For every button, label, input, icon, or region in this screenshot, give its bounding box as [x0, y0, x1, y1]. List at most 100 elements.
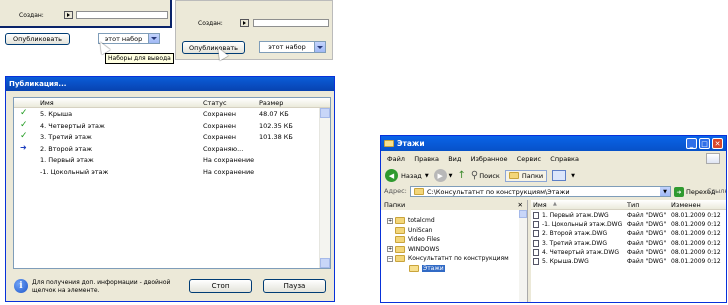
- file-cell-modified: 08.01.2009 0:12: [671, 248, 721, 256]
- folder-icon: [508, 172, 519, 179]
- publish-cell-status: На сохранение: [203, 156, 255, 164]
- explorer-toolbar: ◀ Назад ▼ ▶ ▼ ↑ ⚲ Поиск Папки ▼: [385, 169, 575, 182]
- top-middle-panel: Создан: Опубликовать этот набор: [175, 0, 333, 61]
- folders-pane: Папки ✕ + totalcmd UniScan Video Files + WIND…: [381, 200, 528, 302]
- stop-button[interactable]: Стоп: [189, 279, 252, 293]
- pause-button[interactable]: Пауза: [263, 279, 326, 293]
- column-name[interactable]: Имя: [40, 99, 54, 107]
- scroll-up-button[interactable]: [320, 108, 330, 118]
- publish-dialog-title: Публикация...: [6, 77, 334, 91]
- file-row[interactable]: 3. Третий этаж.DWG Файл "DWG" 08.01.2009 0…: [531, 239, 726, 248]
- file-cell-modified: 08.01.2009 0:12: [671, 239, 721, 247]
- menu-favorites[interactable]: Избранное: [471, 155, 508, 163]
- explorer-title-bar: Этажи: [381, 136, 726, 151]
- arrow-right-icon: ➜: [20, 142, 27, 152]
- folders-label: Папки: [521, 171, 544, 180]
- tree-item[interactable]: Этажи: [387, 264, 527, 274]
- chevron-down-icon[interactable]: ▼: [449, 173, 453, 179]
- column-status[interactable]: Статус: [203, 99, 227, 107]
- scroll-down-button[interactable]: [320, 258, 330, 268]
- chevron-down-icon[interactable]: ▼: [571, 173, 575, 179]
- tree-item[interactable]: − Консультатнт по конструкциям: [387, 254, 527, 264]
- up-folder-icon[interactable]: ↑: [458, 170, 466, 181]
- expand-arrow-button[interactable]: [64, 11, 73, 19]
- sort-up-icon: ▲: [553, 201, 557, 207]
- publish-row[interactable]: ✓ 5. Крыша Сохранен 48.07 КБ: [14, 108, 330, 120]
- search-label: Поиск: [479, 171, 500, 180]
- file-row[interactable]: 2. Второй этаж.DWG Файл "DWG" 08.01.2009 0…: [531, 229, 726, 238]
- file-cell-type: Файл "DWG": [627, 257, 667, 265]
- maximize-button[interactable]: □: [699, 138, 710, 149]
- file-row[interactable]: 4. Четвертый этаж.DWG Файл "DWG" 08.01.200…: [531, 248, 726, 257]
- folders-pane-header: Папки ✕: [381, 200, 527, 210]
- column-name[interactable]: Имя: [533, 201, 547, 209]
- output-set-combo[interactable]: этот набор: [98, 33, 160, 44]
- chevron-down-icon[interactable]: ▼: [425, 173, 429, 179]
- publish-row[interactable]: 1. Первый этаж На сохранение: [14, 154, 330, 166]
- tree-item-label: UniScan: [408, 226, 433, 234]
- file-cell-name: 4. Четвертый этаж.DWG: [542, 248, 619, 256]
- publish-list-header: Имя Статус Размер: [14, 98, 330, 108]
- chevron-down-icon[interactable]: ▼: [660, 187, 670, 196]
- minimize-button[interactable]: _: [686, 138, 697, 149]
- file-cell-type: Файл "DWG": [627, 230, 667, 238]
- collapse-icon[interactable]: −: [387, 255, 393, 262]
- menu-file[interactable]: Файл: [387, 155, 405, 163]
- close-icon[interactable]: ✕: [518, 200, 523, 210]
- menu-tools[interactable]: Сервис: [517, 155, 541, 163]
- chevron-down-icon[interactable]: [314, 42, 325, 52]
- folder-icon: [395, 226, 405, 234]
- search-button[interactable]: ⚲ Поиск: [471, 170, 500, 181]
- dwg-file-icon: [533, 221, 539, 229]
- tree-item[interactable]: Video Files: [387, 235, 527, 245]
- column-type[interactable]: Тип: [627, 201, 639, 209]
- created-field-2: [253, 19, 329, 27]
- links-label[interactable]: Ссылки: [707, 187, 726, 195]
- expand-icon[interactable]: +: [387, 246, 393, 253]
- info-text-line1: Для получения доп. информации - двойной: [32, 279, 171, 286]
- publish-button[interactable]: Опубликовать: [5, 33, 70, 45]
- column-modified[interactable]: Изменен: [671, 201, 701, 209]
- menu-edit[interactable]: Правка: [414, 155, 439, 163]
- output-set-combo-2[interactable]: этот набор: [259, 41, 326, 53]
- publish-cell-status: Сохранен: [203, 133, 236, 141]
- publish-row[interactable]: ✓ 4. Четвертый этаж Сохранен 102.35 КБ: [14, 120, 330, 132]
- file-row[interactable]: 1. Первый этаж.DWG Файл "DWG" 08.01.2009 0…: [531, 211, 726, 220]
- created-field: [76, 11, 168, 19]
- menu-help[interactable]: Справка: [550, 155, 579, 163]
- views-icon[interactable]: [552, 170, 567, 181]
- output-set-combo-value-2: этот набор: [268, 43, 306, 51]
- search-icon: ⚲: [470, 170, 479, 181]
- publish-button-2[interactable]: Опубликовать: [182, 41, 245, 54]
- dwg-file-icon: [533, 239, 539, 247]
- publish-row[interactable]: -1. Цокольный этаж На сохранение: [14, 166, 330, 178]
- expand-arrow-button-2[interactable]: [240, 19, 249, 27]
- forward-button[interactable]: ▶ ▼: [433, 169, 453, 182]
- scroll-up-button[interactable]: [519, 210, 527, 218]
- address-value: C:\Консультатнт по конструкциям\Этажи: [427, 187, 570, 196]
- tree-item[interactable]: + totalcmd: [387, 216, 527, 226]
- file-row[interactable]: 5. Крыша.DWG Файл "DWG" 08.01.2009 0:12: [531, 257, 726, 266]
- folders-button[interactable]: Папки: [504, 169, 548, 182]
- publish-row[interactable]: ✓ 3. Третий этаж Сохранен 101.38 КБ: [14, 131, 330, 143]
- publish-list-scrollbar[interactable]: [319, 108, 330, 268]
- file-cell-name: 3. Третий этаж.DWG: [542, 239, 607, 247]
- close-button[interactable]: ✕: [712, 138, 723, 149]
- publish-cell-name: 5. Крыша: [40, 110, 73, 118]
- folder-icon: [395, 236, 405, 244]
- column-size[interactable]: Размер: [259, 99, 283, 107]
- menu-view[interactable]: Вид: [448, 155, 461, 163]
- tree-item[interactable]: + WINDOWS: [387, 245, 527, 255]
- publish-cell-name: 3. Третий этаж: [40, 133, 92, 141]
- folder-icon: [395, 255, 405, 263]
- file-row[interactable]: -1. Цокольный этаж.DWG Файл "DWG" 08.01.20…: [531, 220, 726, 229]
- publish-row[interactable]: ➜ 2. Второй этаж Сохраняю...: [14, 143, 330, 155]
- address-bar[interactable]: C:\Консультатнт по конструкциям\Этажи ▼: [410, 186, 671, 197]
- chevron-down-icon[interactable]: [148, 34, 159, 43]
- tree-item[interactable]: UniScan: [387, 226, 527, 236]
- info-icon: i: [14, 279, 28, 293]
- tree-scrollbar[interactable]: [519, 210, 527, 302]
- back-button[interactable]: ◀ Назад ▼: [385, 169, 429, 182]
- expand-icon[interactable]: +: [387, 217, 393, 224]
- explorer-window: Этажи _ □ ✕ Файл Правка Вид Избранное Се…: [380, 135, 727, 303]
